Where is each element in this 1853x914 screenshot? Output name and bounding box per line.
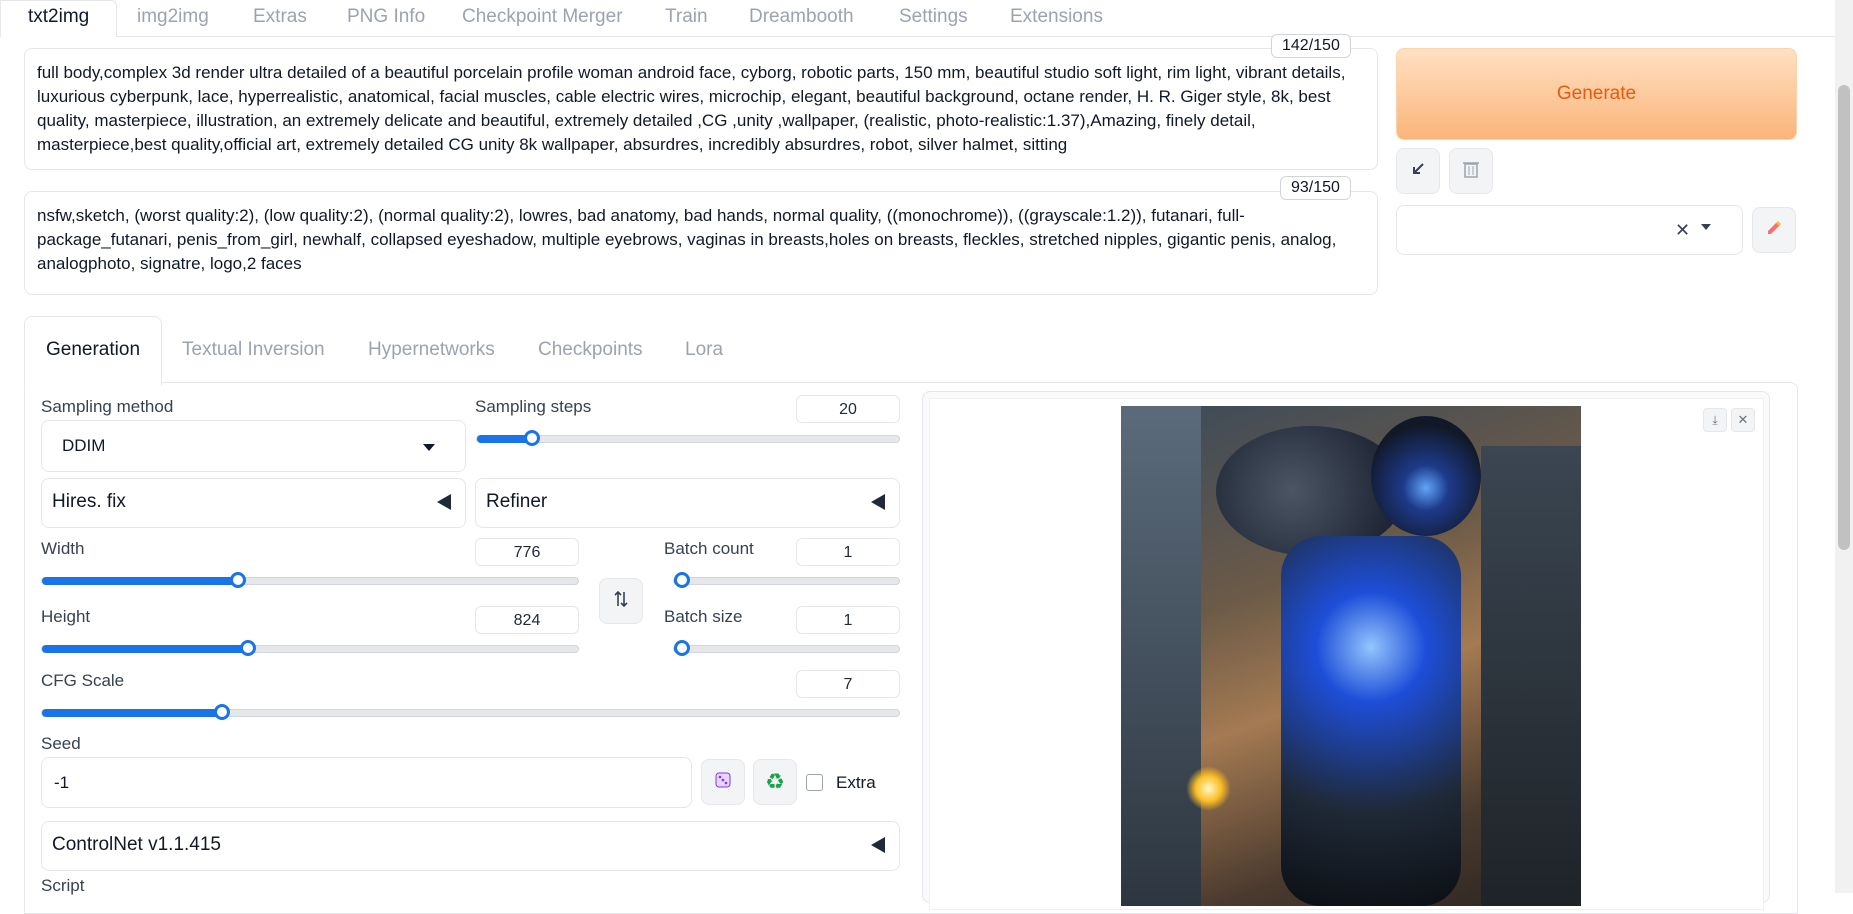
- seed-value: -1: [54, 773, 70, 792]
- clear-x-icon[interactable]: ✕: [1675, 220, 1690, 241]
- generate-label: Generate: [1556, 83, 1637, 104]
- clear-prompt-button[interactable]: [1449, 148, 1493, 194]
- prompt-token-counter: 142/150: [1271, 34, 1351, 58]
- chevron-down-icon: [423, 444, 435, 451]
- scrollbar-thumb[interactable]: [1838, 85, 1850, 550]
- seed-label: Seed: [41, 734, 81, 753]
- width-label: Width: [41, 539, 85, 558]
- collapse-arrow-icon: [871, 494, 885, 510]
- prompt-text: full body,complex 3d render ultra detail…: [37, 63, 1346, 154]
- batch-size-slider[interactable]: [673, 640, 900, 656]
- subtab-lora[interactable]: Lora: [685, 339, 723, 361]
- tab-checkpoint-merger[interactable]: Checkpoint Merger: [462, 6, 623, 28]
- batch-count-input[interactable]: 1: [796, 538, 900, 566]
- recycle-icon: ♻: [765, 769, 785, 794]
- tab-dreambooth[interactable]: Dreambooth: [749, 6, 854, 28]
- edit-styles-button[interactable]: [1752, 207, 1796, 253]
- subtab-textual-inversion[interactable]: Textual Inversion: [182, 339, 325, 361]
- controlnet-label: ControlNet v1.1.415: [52, 834, 221, 855]
- hires-fix-accordion[interactable]: Hires. fix: [41, 478, 466, 528]
- download-icon: ⤓: [1712, 412, 1718, 427]
- swap-icon: [612, 589, 630, 614]
- batch-count-label: Batch count: [664, 539, 754, 558]
- cfg-scale-slider[interactable]: [41, 704, 900, 720]
- sampling-steps-input[interactable]: 20: [796, 395, 900, 423]
- height-input[interactable]: 824: [475, 606, 579, 634]
- sampling-method-dropdown[interactable]: DDIM: [41, 420, 466, 472]
- refiner-accordion[interactable]: Refiner: [475, 478, 900, 528]
- trash-icon: [1460, 158, 1482, 185]
- tab-extras[interactable]: Extras: [253, 6, 307, 28]
- extra-label: Extra: [836, 773, 876, 792]
- paste-arrow-icon: [1409, 160, 1427, 183]
- sampling-method-label: Sampling method: [41, 397, 174, 416]
- paste-params-button[interactable]: [1396, 148, 1440, 194]
- sampling-method-value: DDIM: [62, 436, 106, 455]
- width-slider[interactable]: [41, 572, 579, 588]
- tab-train[interactable]: Train: [665, 6, 708, 28]
- height-label: Height: [41, 607, 91, 626]
- negative-prompt-token-counter: 93/150: [1280, 176, 1351, 200]
- close-icon: ✕: [1737, 412, 1749, 427]
- script-label: Script: [41, 876, 85, 895]
- tab-txt2img[interactable]: txt2img: [28, 6, 89, 28]
- collapse-arrow-icon: [871, 837, 885, 853]
- width-input[interactable]: 776: [475, 538, 579, 566]
- refiner-label: Refiner: [486, 491, 548, 512]
- extra-checkbox[interactable]: [806, 774, 823, 791]
- output-gallery: ⤓ ✕: [922, 391, 1770, 910]
- tab-settings[interactable]: Settings: [899, 6, 968, 28]
- reuse-seed-button[interactable]: ♻: [753, 759, 797, 805]
- tab-png-info[interactable]: PNG Info: [347, 6, 425, 28]
- subtab-generation[interactable]: Generation: [46, 339, 140, 361]
- random-seed-button[interactable]: [701, 759, 745, 805]
- tab-extensions[interactable]: Extensions: [1010, 6, 1103, 28]
- batch-size-input[interactable]: 1: [796, 606, 900, 634]
- subtab-hypernetworks[interactable]: Hypernetworks: [368, 339, 495, 361]
- sampling-steps-slider[interactable]: [476, 430, 900, 446]
- hires-fix-label: Hires. fix: [52, 491, 126, 512]
- collapse-arrow-icon: [437, 494, 451, 510]
- tab-img2img[interactable]: img2img: [137, 6, 209, 28]
- pencil-icon: [1764, 218, 1784, 243]
- controlnet-accordion[interactable]: ControlNet v1.1.415: [41, 821, 900, 871]
- page-scrollbar[interactable]: [1835, 0, 1853, 893]
- chevron-down-icon: [1701, 224, 1711, 230]
- sampling-steps-label: Sampling steps: [475, 397, 592, 416]
- subtab-checkpoints[interactable]: Checkpoints: [538, 339, 643, 361]
- batch-count-slider[interactable]: [673, 572, 900, 588]
- generate-button[interactable]: Generate: [1396, 48, 1797, 140]
- close-image-button[interactable]: ✕: [1731, 408, 1755, 432]
- prompt-textarea[interactable]: full body,complex 3d render ultra detail…: [24, 48, 1378, 170]
- cfg-scale-label: CFG Scale: [41, 671, 125, 690]
- dice-icon: [713, 770, 733, 795]
- generated-image[interactable]: [1121, 406, 1581, 906]
- batch-size-label: Batch size: [664, 607, 743, 626]
- cfg-scale-input[interactable]: 7: [796, 670, 900, 698]
- negative-prompt-text: nsfw,sketch, (worst quality:2), (low qua…: [37, 206, 1337, 273]
- height-slider[interactable]: [41, 640, 579, 656]
- download-button[interactable]: ⤓: [1703, 408, 1727, 432]
- negative-prompt-textarea[interactable]: nsfw,sketch, (worst quality:2), (low qua…: [24, 191, 1378, 295]
- swap-dimensions-button[interactable]: [599, 578, 643, 624]
- top-tab-bar: txt2img img2img Extras PNG Info Checkpoi…: [0, 0, 1853, 37]
- seed-input[interactable]: -1: [41, 757, 692, 808]
- styles-dropdown[interactable]: ✕: [1396, 205, 1743, 255]
